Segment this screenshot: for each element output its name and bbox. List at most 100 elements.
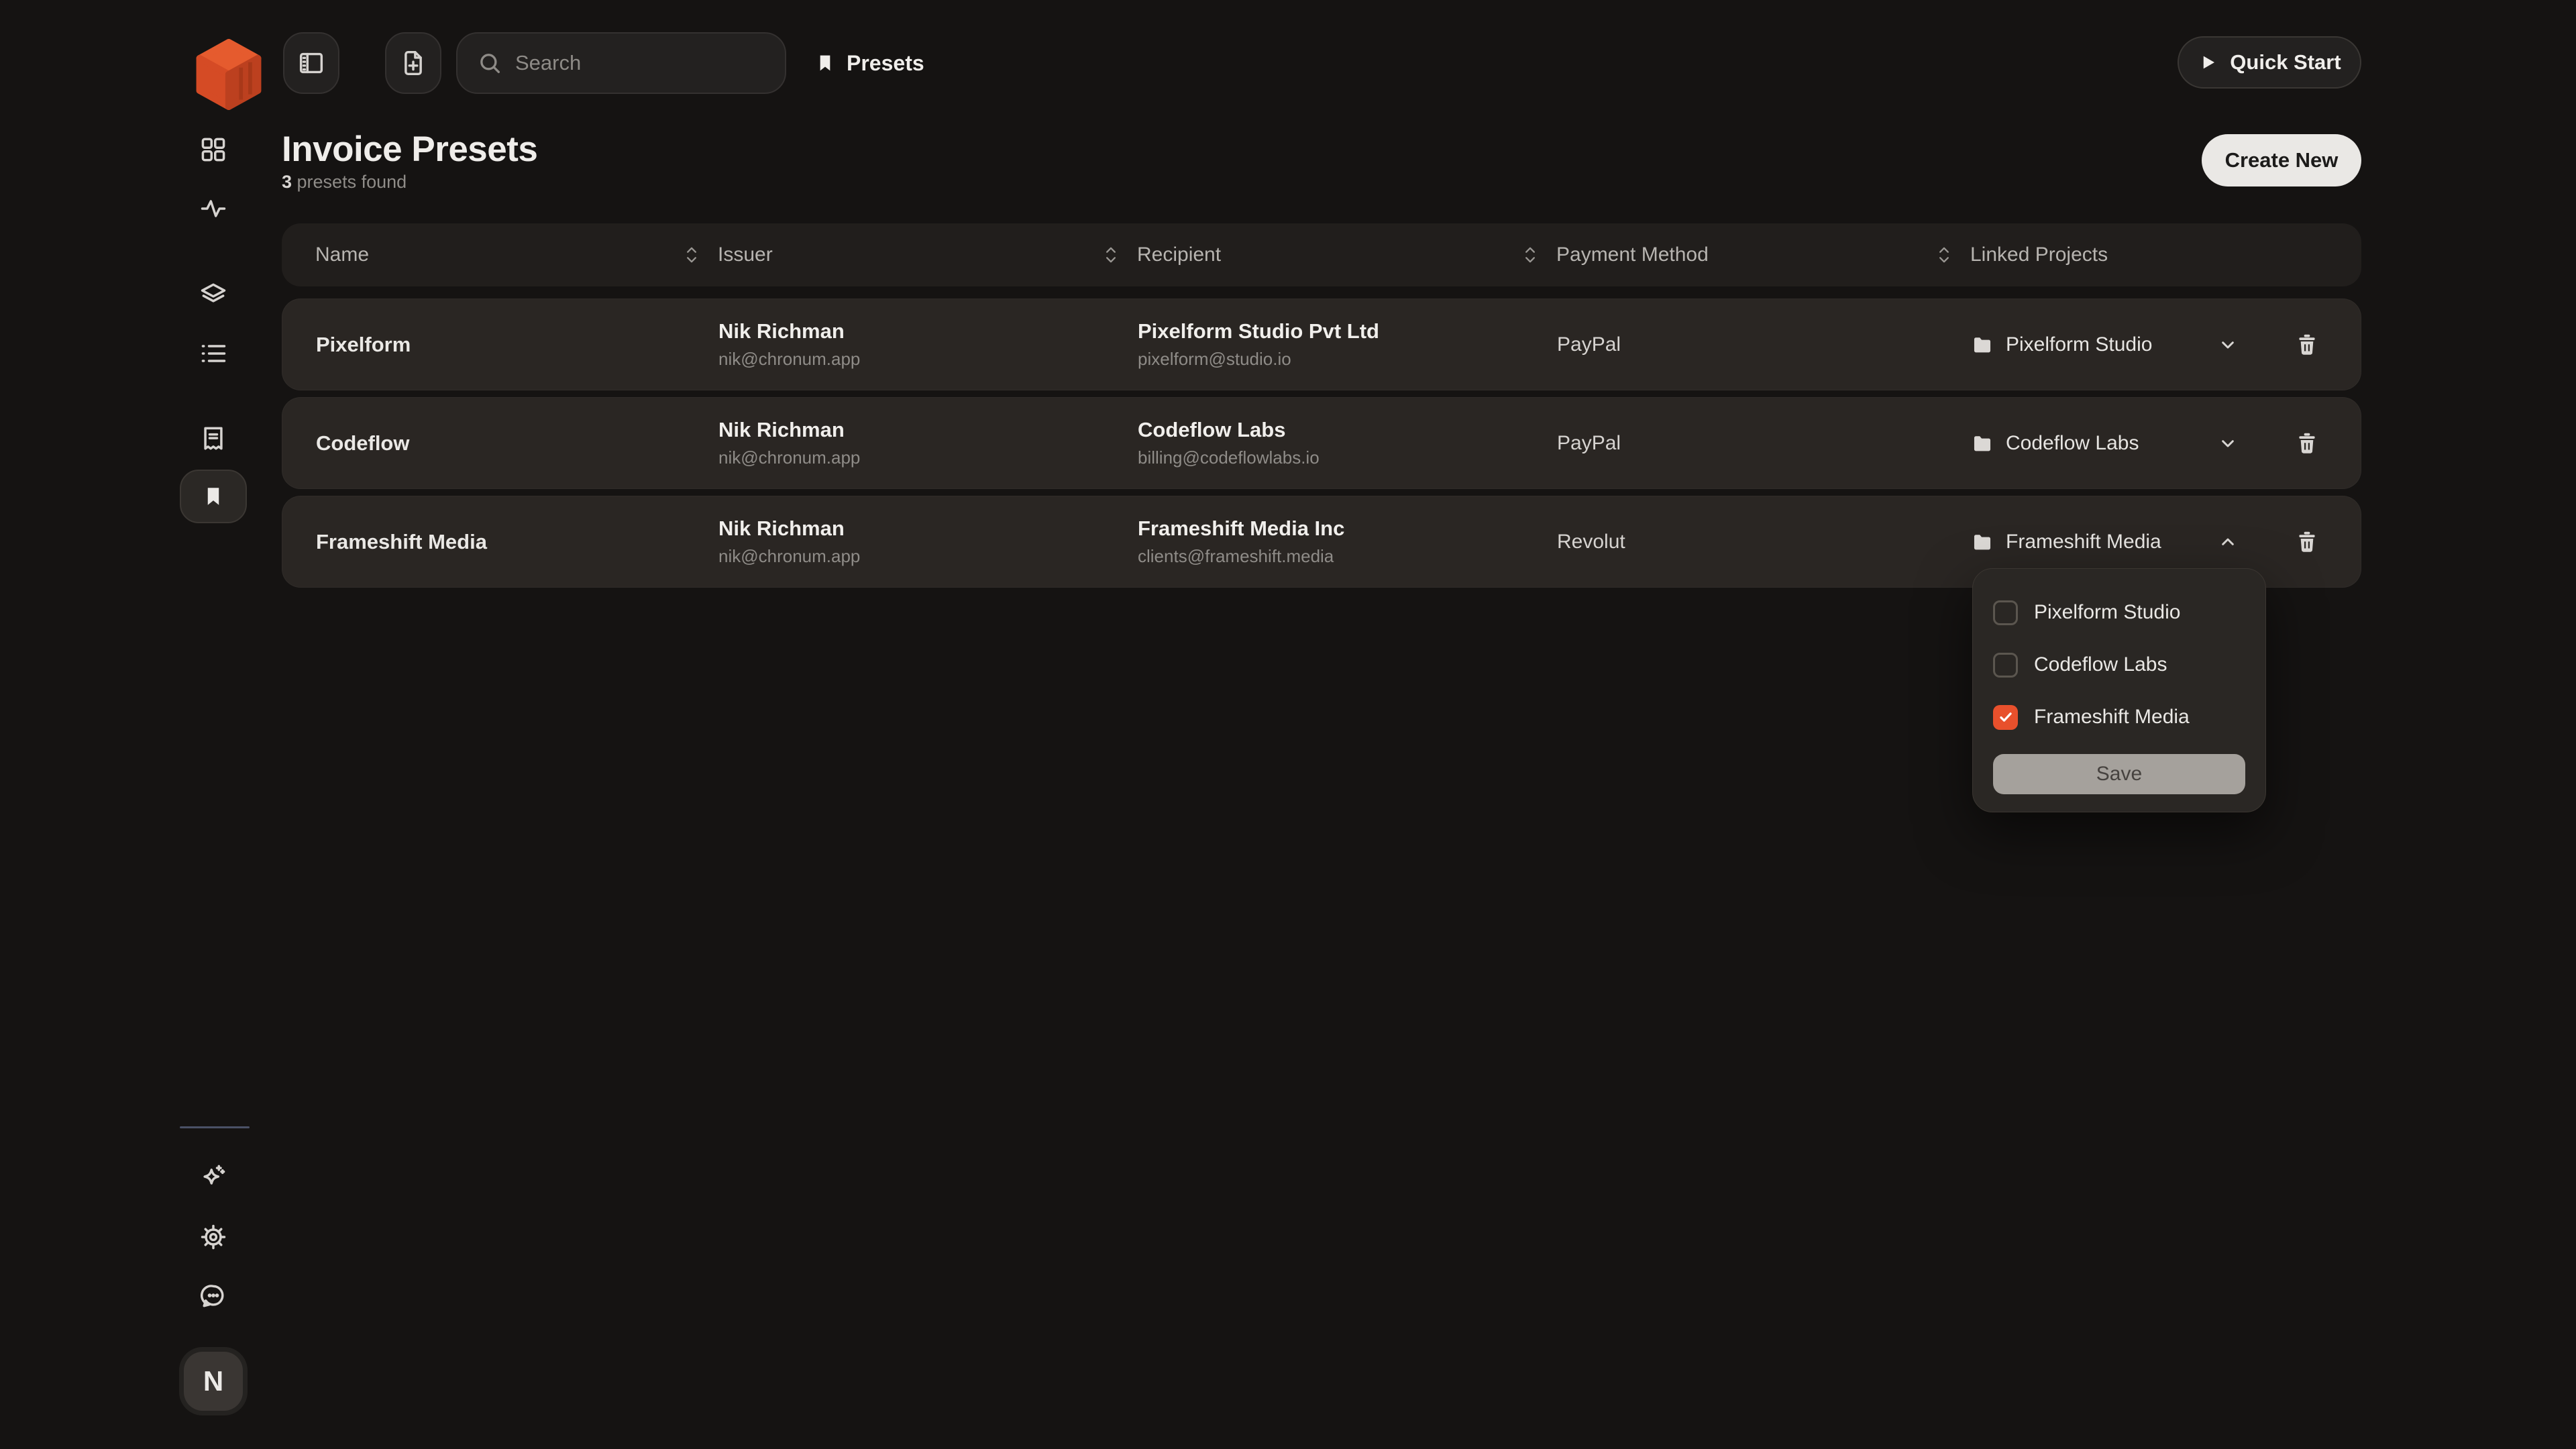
project-option-label: Pixelform Studio (2034, 601, 2180, 624)
column-header-label: Issuer (718, 244, 773, 266)
linked-project-label: Pixelform Studio (2006, 333, 2152, 356)
recipient-email: billing@codeflowlabs.io (1138, 447, 1557, 468)
recipient-email: pixelform@studio.io (1138, 349, 1557, 370)
preset-name: Frameshift Media (316, 530, 718, 554)
sort-icon[interactable] (1102, 244, 1120, 266)
create-new-button[interactable]: Create New (2202, 134, 2361, 186)
sidebar-item-settings[interactable] (180, 1222, 247, 1252)
issuer-name: Nik Richman (718, 319, 1138, 343)
payment-method: Revolut (1557, 531, 1971, 553)
recipient-name: Frameshift Media Inc (1138, 517, 1557, 541)
layers-icon (199, 279, 228, 309)
grid-icon (199, 135, 228, 164)
linked-projects-cell: Frameshift Media (1971, 526, 2327, 558)
sidebar-item-dashboard[interactable] (180, 135, 247, 164)
sidebar-item-activity[interactable] (180, 194, 247, 223)
linked-project-label: Codeflow Labs (2006, 432, 2139, 455)
page-title: Invoice Presets (282, 129, 537, 170)
preset-name: Pixelform (316, 333, 718, 357)
delete-preset-button[interactable] (2291, 427, 2323, 460)
recipient-email: clients@frameshift.media (1138, 546, 1557, 567)
user-avatar[interactable]: N (184, 1352, 243, 1411)
breadcrumb-label: Presets (847, 51, 924, 76)
issuer-name: Nik Richman (718, 418, 1138, 442)
save-button-label: Save (2096, 763, 2142, 786)
column-header-label: Linked Projects (1970, 244, 2108, 266)
folder-icon (1971, 333, 1994, 356)
issuer-cell: Nik Richman nik@chronum.app (718, 418, 1138, 468)
folder-icon (1971, 432, 1994, 455)
payment-method: PayPal (1557, 432, 1971, 455)
issuer-email: nik@chronum.app (718, 349, 1138, 370)
delete-preset-button[interactable] (2291, 329, 2323, 361)
column-header-issuer[interactable]: Issuer (718, 244, 1137, 266)
project-option[interactable]: Codeflow Labs (1993, 639, 2245, 691)
results-count-number: 3 (282, 172, 292, 192)
sidebar-item-list[interactable] (180, 339, 247, 368)
project-option[interactable]: Pixelform Studio (1993, 586, 2245, 639)
column-header-linked-projects: Linked Projects (1970, 244, 2328, 266)
activity-pulse-icon (199, 194, 228, 223)
app-logo-cube-icon[interactable] (191, 36, 267, 113)
chevron-down-icon[interactable] (2212, 329, 2244, 361)
table-header-row: Name Issuer Recipient Payment Method (282, 223, 2361, 286)
save-button[interactable]: Save (1993, 754, 2245, 794)
issuer-name: Nik Richman (718, 517, 1138, 541)
checkbox-checked[interactable] (1993, 705, 2018, 730)
recipient-name: Codeflow Labs (1138, 418, 1557, 442)
create-new-label: Create New (2225, 148, 2339, 172)
checkbox-unchecked[interactable] (1993, 600, 2018, 625)
gear-icon (199, 1222, 228, 1252)
sort-icon[interactable] (1935, 244, 1953, 266)
table-row: Codeflow Nik Richman nik@chronum.app Cod… (282, 397, 2361, 489)
folder-icon (1971, 531, 1994, 553)
recipient-cell: Codeflow Labs billing@codeflowlabs.io (1138, 418, 1557, 468)
sidebar-item-feedback[interactable] (180, 1281, 247, 1311)
bookmark-icon (201, 484, 225, 508)
checkbox-unchecked[interactable] (1993, 653, 2018, 678)
linked-projects-cell: Pixelform Studio (1971, 329, 2327, 361)
preset-name: Codeflow (316, 431, 718, 455)
linked-projects-popover: Pixelform Studio Codeflow Labs Frameshif… (1972, 568, 2266, 812)
project-option-label: Frameshift Media (2034, 706, 2190, 729)
search-input[interactable] (515, 51, 743, 75)
delete-preset-button[interactable] (2291, 526, 2323, 558)
file-plus-icon (398, 48, 429, 78)
sidebar-toggle-button[interactable] (283, 32, 339, 94)
recipient-cell: Frameshift Media Inc clients@frameshift.… (1138, 517, 1557, 567)
search-icon (476, 50, 503, 76)
column-header-label: Name (315, 244, 369, 266)
receipt-icon (199, 424, 228, 453)
column-header-label: Payment Method (1556, 244, 1709, 266)
recipient-cell: Pixelform Studio Pvt Ltd pixelform@studi… (1138, 319, 1557, 370)
sort-icon[interactable] (683, 244, 700, 266)
search-bar[interactable] (456, 32, 786, 94)
user-avatar-initial: N (203, 1365, 223, 1397)
chat-bubble-icon (199, 1281, 228, 1311)
sort-icon[interactable] (1521, 244, 1539, 266)
payment-method: PayPal (1557, 333, 1971, 356)
project-option[interactable]: Frameshift Media (1993, 691, 2245, 743)
sidebar-item-layers[interactable] (180, 279, 247, 309)
issuer-email: nik@chronum.app (718, 447, 1138, 468)
results-count: 3 presets found (282, 172, 407, 193)
list-icon (199, 339, 228, 368)
column-header-payment-method[interactable]: Payment Method (1556, 244, 1970, 266)
column-header-recipient[interactable]: Recipient (1137, 244, 1556, 266)
issuer-cell: Nik Richman nik@chronum.app (718, 319, 1138, 370)
chevron-up-icon[interactable] (2212, 526, 2244, 558)
chevron-down-icon[interactable] (2212, 427, 2244, 460)
column-header-label: Recipient (1137, 244, 1221, 266)
sidebar-item-invoices[interactable] (180, 424, 247, 453)
new-invoice-button[interactable] (385, 32, 441, 94)
presets-table: Name Issuer Recipient Payment Method (282, 223, 2361, 588)
quick-start-button[interactable]: Quick Start (2178, 36, 2361, 89)
linked-projects-cell: Codeflow Labs (1971, 427, 2327, 460)
sidebar-divider (180, 1126, 250, 1128)
results-count-suffix: presets found (292, 172, 407, 192)
column-header-name[interactable]: Name (315, 244, 718, 266)
sidebar-item-ai-assistant[interactable] (180, 1161, 247, 1191)
issuer-email: nik@chronum.app (718, 546, 1138, 567)
sidebar-item-presets-active[interactable] (180, 470, 247, 523)
sparkles-icon (199, 1161, 228, 1191)
